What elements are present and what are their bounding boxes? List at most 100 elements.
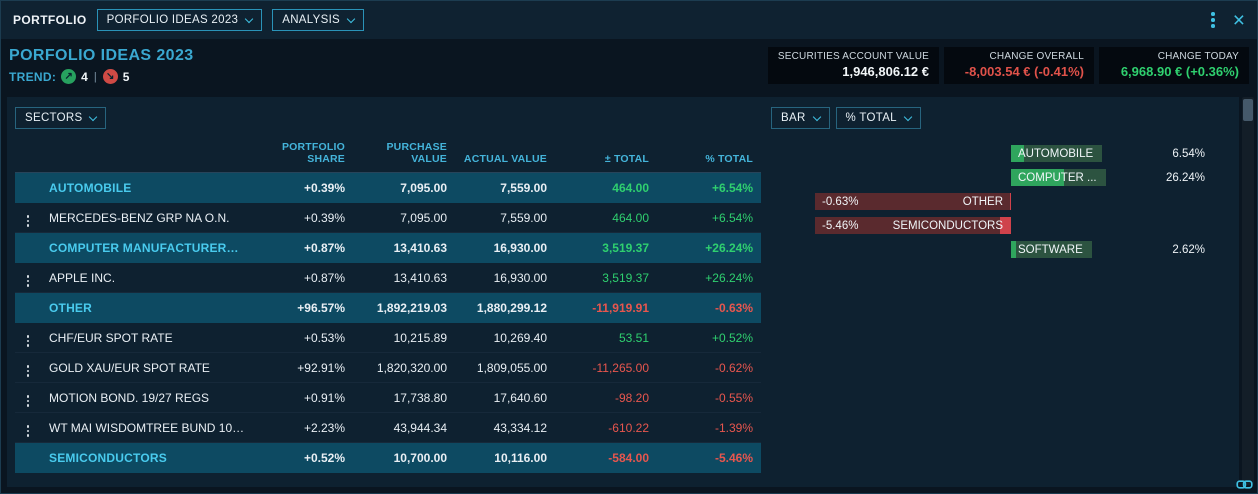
trend-summary: TREND: ↗ 4 | ↘ 5 [9,69,194,84]
sector-row[interactable]: AUTOMOBILE+0.39%7,095.007,559.00464.00+6… [15,173,761,203]
sector-row[interactable]: OTHER+96.57%1,892,219.031,880,299.12-11,… [15,293,761,323]
actual-value-cell: 10,116.00 [455,443,555,473]
topbar-actions: × [1209,10,1245,31]
positions-table-body: AUTOMOBILE+0.39%7,095.007,559.00464.00+6… [15,173,761,473]
chart-bar-row[interactable]: COMPUTER ... 26.24% [771,169,1205,186]
actual-value-cell: 16,930.00 [455,233,555,263]
close-icon[interactable]: × [1233,10,1245,31]
position-name: WT MAI WISDOMTREE BUND 10Y 3 [41,413,253,443]
actual-value-cell: 7,559.00 [455,203,555,233]
row-menu-cell [15,413,41,443]
total-change-cell: 3,519.37 [555,263,657,293]
sector-row[interactable]: COMPUTER MANUFACTURERS...+0.87%13,410.63… [15,233,761,263]
actual-value-cell: 1,809,055.00 [455,353,555,383]
bar-negative: -0.63% OTHER [815,193,1011,210]
purchase-value-cell: 7,095.00 [353,203,455,233]
bar-label: SOFTWARE [1011,244,1083,256]
position-name: APPLE INC. [41,263,253,293]
purchase-value-cell: 13,410.63 [353,263,455,293]
bar-negative: -5.46%SEMICONDUCTORS [815,217,1011,234]
purchase-value-cell: 1,820,320.00 [353,353,455,383]
page-header: PORFOLIO IDEAS 2023 TREND: ↗ 4 | ↘ 5 SEC… [1,39,1257,97]
percent-change-cell: +6.54% [657,203,761,233]
row-menu-icon[interactable] [25,363,32,379]
chart-type-dropdown[interactable]: BAR [771,107,830,129]
sectors-dropdown[interactable]: SECTORS [15,107,106,129]
row-menu-cell [15,443,41,473]
position-row[interactable]: MERCEDES-BENZ GRP NA O.N.+0.39%7,095.007… [15,203,761,233]
trend-up-count: 4 [81,70,88,84]
position-row[interactable]: APPLE INC.+0.87%13,410.6316,930.003,519.… [15,263,761,293]
bar-label: OTHER [963,196,1003,208]
portfolio-selector-label: PORFOLIO IDEAS 2023 [107,14,239,26]
total-change-cell: -11,919.91 [555,293,657,323]
row-menu-icon[interactable] [25,333,32,349]
total-change-cell: -610.22 [555,413,657,443]
actual-value-cell: 7,559.00 [455,173,555,203]
percent-change-cell: +26.24% [657,233,761,263]
bar-positive: AUTOMOBILE [1011,145,1102,162]
total-change-cell: -98.20 [555,383,657,413]
stat-change-overall: CHANGE OVERALL -8,003.54 € (-0.41%) [944,47,1094,84]
bar-value: 26.24% [1166,169,1205,186]
stat-value: 1,946,806.12 € [778,64,929,79]
positions-panel: SECTORS PORTFOLIO SHARE PURCHASE VALUE A… [15,107,763,477]
vertical-scrollbar[interactable] [1242,97,1254,485]
positions-table: PORTFOLIO SHARE PURCHASE VALUE ACTUAL VA… [15,139,761,473]
purchase-value-cell: 1,892,219.03 [353,293,455,323]
purchase-value-cell: 13,410.63 [353,233,455,263]
row-menu-icon[interactable] [25,423,32,439]
portfolio-selector-dropdown[interactable]: PORFOLIO IDEAS 2023 [97,9,263,31]
analysis-dropdown[interactable]: ANALYSIS [272,9,364,31]
percent-change-cell: -1.39% [657,413,761,443]
trend-separator: | [93,71,98,83]
row-menu-cell [15,173,41,203]
topbar: PORTFOLIO PORFOLIO IDEAS 2023 ANALYSIS × [1,1,1257,39]
column-header-total-change: ± TOTAL [555,139,657,173]
total-change-cell: 464.00 [555,203,657,233]
bar-label: SEMICONDUCTORS [893,220,1003,232]
position-row[interactable]: WT MAI WISDOMTREE BUND 10Y 3+2.23%43,944… [15,413,761,443]
chart-bar-row[interactable]: -0.63% OTHER [771,193,1205,210]
row-menu-icon[interactable] [25,393,32,409]
position-row[interactable]: CHF/EUR SPOT RATE+0.53%10,215.8910,269.4… [15,323,761,353]
trend-down-count: 5 [123,70,130,84]
total-change-cell: -11,265.00 [555,353,657,383]
column-header-menu [15,139,41,173]
app-title: PORTFOLIO [13,13,87,27]
row-menu-cell [15,263,41,293]
chart-body: AUTOMOBILE6.54% COMPUTER ... 26.24% -0.63% O… [771,145,1231,258]
actual-value-cell: 16,930.00 [455,263,555,293]
account-stats: SECURITIES ACCOUNT VALUE 1,946,806.12 € … [768,47,1249,84]
main-content: SECTORS PORTFOLIO SHARE PURCHASE VALUE A… [7,97,1239,487]
chart-bar-row[interactable]: -5.46%SEMICONDUCTORS [771,217,1205,234]
link-icon[interactable] [1236,478,1253,491]
row-menu-icon[interactable] [25,273,32,289]
position-row[interactable]: MOTION BOND. 19/27 REGS+0.91%17,738.8017… [15,383,761,413]
column-header-name [41,139,253,173]
row-menu-cell [15,233,41,263]
stat-label: CHANGE TODAY [1109,51,1239,62]
chart-bar-row[interactable]: SOFTWARE2.62% [771,241,1205,258]
stat-securities-account-value: SECURITIES ACCOUNT VALUE 1,946,806.12 € [768,47,939,84]
position-row[interactable]: GOLD XAU/EUR SPOT RATE+92.91%1,820,320.0… [15,353,761,383]
actual-value-cell: 1,880,299.12 [455,293,555,323]
sector-row[interactable]: SEMICONDUCTORS+0.52%10,700.0010,116.00-5… [15,443,761,473]
chart-metric-dropdown[interactable]: % TOTAL [836,107,921,129]
position-name: MERCEDES-BENZ GRP NA O.N. [41,203,253,233]
position-name: GOLD XAU/EUR SPOT RATE [41,353,253,383]
chart-bar-row[interactable]: AUTOMOBILE6.54% [771,145,1205,162]
trend-down-icon: ↘ [103,69,118,84]
analysis-dropdown-label: ANALYSIS [282,14,340,26]
sector-name: OTHER [41,293,253,323]
portfolio-share-cell: +0.39% [253,173,353,203]
bar-label: COMPUTER ... [1011,172,1097,184]
row-menu-icon[interactable] [25,213,32,229]
sectors-dropdown-label: SECTORS [25,112,82,124]
bar-value: -0.63% [822,196,858,208]
chevron-down-icon [812,112,820,120]
more-options-icon[interactable] [1209,10,1217,30]
scrollbar-thumb[interactable] [1243,99,1253,121]
percent-change-cell: +6.54% [657,173,761,203]
row-menu-cell [15,353,41,383]
